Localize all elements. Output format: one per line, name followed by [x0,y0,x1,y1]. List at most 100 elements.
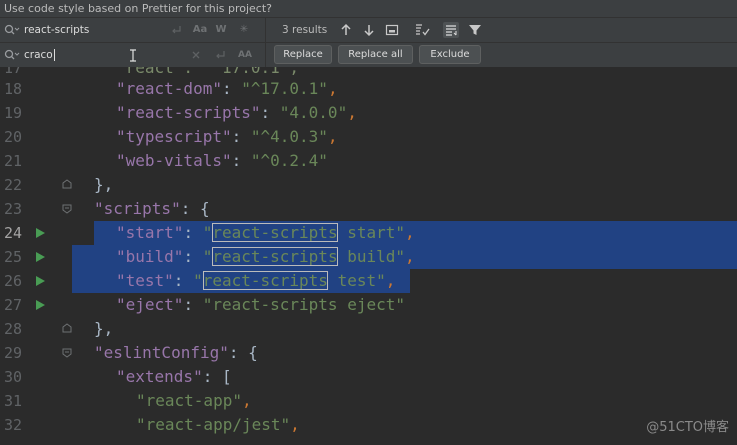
line-code: "test": "react-scripts test", [116,271,396,290]
run-script-icon[interactable] [33,274,47,288]
search-match: react-scripts [212,247,338,266]
json-key: "react-dom" [116,79,222,98]
json-value: "^4.0.3" [250,127,328,146]
line-number: 22 [3,176,22,194]
line-number: 24 [3,224,22,242]
fold-start-icon[interactable] [60,346,74,360]
json-key: "extends" [116,367,203,386]
code-line: 18 "react-dom": "^17.0.1", [0,77,737,101]
results-count: 3 results [282,24,328,36]
line-number: 19 [3,104,22,122]
notification-text: Use code style based on Prettier for thi… [4,2,273,15]
match-case-toggle[interactable]: Aa [192,18,208,42]
arrow-up-icon[interactable] [338,22,354,38]
fold-end-icon[interactable] [60,178,74,192]
replace-search-icon[interactable] [4,49,20,61]
fold-end-icon[interactable] [60,322,74,336]
line-number: 28 [3,320,22,338]
code-line: 31 "react-app", [0,389,737,413]
json-key: "web-vitals" [116,151,232,170]
find-replace-panel: react-scripts Aa W ✳ 3 results craco AA … [0,18,737,67]
preserve-case-toggle[interactable]: AA [236,43,254,67]
json-key: "test" [116,271,174,290]
search-input[interactable]: react-scripts [24,18,89,42]
new-line-replace-icon[interactable] [214,49,226,61]
json-key: "eslintConfig" [94,343,229,362]
watermark: @51CTO博客 [646,420,729,435]
line-number: 26 [3,272,22,290]
line-code: "react-scripts": "4.0.0", [116,103,357,122]
json-value: "4.0.0" [279,103,348,122]
json-value: "^17.0.1" [241,79,328,98]
line-number: 18 [3,80,22,98]
code-line: 30 "extends": [ [0,365,737,389]
run-script-icon[interactable] [33,298,47,312]
brace: { [248,343,258,362]
line-number: 20 [3,128,22,146]
arrow-down-icon[interactable] [361,22,377,38]
search-match: react-scripts [212,223,338,242]
clear-text-icon[interactable] [190,49,202,61]
filter-results-icon[interactable] [414,22,430,38]
line-code: "eject": "react-scripts eject" [116,295,405,314]
code-line: 19 "react-scripts": "4.0.0", [0,101,737,125]
exclude-button[interactable]: Exclude [419,45,481,64]
code-line: 28 }, [0,317,737,341]
text-cursor-icon [130,49,136,62]
json-key: "build" [116,247,184,266]
fold-start-icon[interactable] [60,202,74,216]
code-line: 27 "eject": "react-scripts eject" [0,293,737,317]
replace-input[interactable]: craco [24,43,55,67]
line-code: "typescript": "^4.0.3", [116,127,338,146]
json-key: "eject" [116,295,184,314]
line-code: "eslintConfig": { [94,343,258,362]
line-number: 29 [3,344,22,362]
multiline-toggle-icon[interactable] [443,22,459,38]
run-script-icon[interactable] [33,250,47,264]
code-line: 32 "react-app/jest", [0,413,737,437]
json-value: "react-app" [136,391,242,410]
line-number: 27 [3,296,22,314]
search-icon[interactable] [4,24,20,36]
new-line-icon[interactable] [170,24,182,36]
line-code: "build": "react-scripts build", [116,247,415,266]
replace-button[interactable]: Replace [274,45,332,64]
code-line: 22 }, [0,173,737,197]
select-all-occurrences-icon[interactable] [384,22,400,38]
line-number: 21 [3,152,22,170]
code-line: 20 "typescript": "^4.0.3", [0,125,737,149]
line-code: "start": "react-scripts start", [116,223,415,242]
text-caret [53,49,55,61]
json-value: "react-app/jest" [136,415,291,434]
code-editor[interactable]: 17 "react": "^17.0.1", 18 "react-dom": "… [0,67,737,445]
prettier-notification[interactable]: Use code style based on Prettier for thi… [0,0,737,18]
code-line: 26 "test": "react-scripts test", [0,269,737,293]
line-code: "react-app", [136,391,252,410]
code-line: 24 "start": "react-scripts start", [0,221,737,245]
line-code: "extends": [ [116,367,232,386]
line-number: 25 [3,248,22,266]
line-text: }, [94,319,114,338]
search-field[interactable]: react-scripts Aa W ✳ [0,18,266,42]
code-line: 25 "build": "react-scripts build", [0,245,737,269]
code-line: 29 "eslintConfig": { [0,341,737,365]
json-key: "start" [116,223,184,242]
line-text: }, [94,175,114,194]
filter-icon[interactable] [467,22,483,38]
whole-words-toggle[interactable]: W [214,18,228,42]
json-key: "typescript" [116,127,232,146]
brace: { [199,199,210,218]
json-value: "^0.2.4" [250,151,328,170]
line-code: "react-app/jest", [136,415,300,434]
replace-field[interactable]: craco AA [0,43,266,67]
search-match: react-scripts [202,271,328,290]
line-number: 32 [3,416,22,434]
find-row: react-scripts Aa W ✳ 3 results [0,18,737,43]
code-line: 23 "scripts": { [0,197,737,221]
replace-all-button[interactable]: Replace all [338,45,413,64]
run-script-icon[interactable] [33,226,47,240]
line-number: 23 [3,200,22,218]
json-key: "scripts" [94,199,181,218]
line-number: 30 [3,368,22,386]
regex-toggle[interactable]: ✳ [236,18,252,42]
